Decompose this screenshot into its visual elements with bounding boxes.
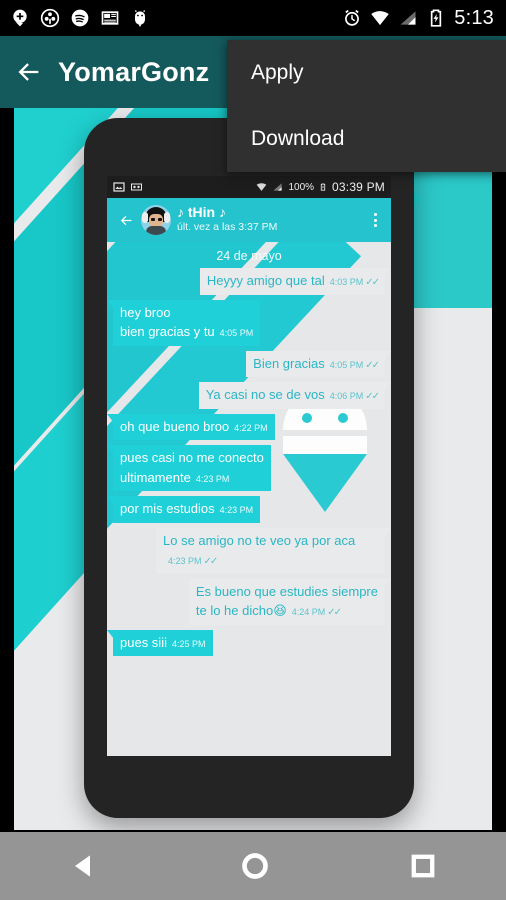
message-bubble[interactable]: pues siii 4:25 PM <box>107 629 213 657</box>
status-clock: 5:13 <box>454 7 494 29</box>
message-bubble[interactable]: Bien gracias 4:05 PM ✓✓ <box>246 350 391 378</box>
clover-circle-icon <box>40 8 60 28</box>
message-timestamp: 4:05 PM ✓✓ <box>329 359 380 371</box>
message-timestamp: 4:22 PM <box>234 422 268 433</box>
menu-item-download[interactable]: Download <box>227 106 506 172</box>
battery-charging-icon <box>431 9 442 27</box>
wifi-icon <box>371 11 390 26</box>
android-bug-icon <box>134 10 146 27</box>
read-receipt-icon: ✓✓ <box>365 391 380 403</box>
chat-header: ♪ tHin ♪ últ. vez a las 3:37 PM <box>107 198 391 242</box>
message-timestamp: 4:03 PM ✓✓ <box>329 277 380 288</box>
read-receipt-icon: ✓✓ <box>203 556 219 568</box>
message-bubble[interactable]: hey broo bien gracias y tu 4:05 PM <box>107 299 261 346</box>
message-text: hey broo bien gracias y tu <box>120 304 215 340</box>
chat-contact-info: ♪ tHin ♪ últ. vez a las 3:37 PM <box>177 205 365 234</box>
message-timestamp: 4:06 PM ✓✓ <box>329 391 380 403</box>
system-status-bar: 5:13 <box>0 0 506 36</box>
message-text: pues siii <box>120 634 167 650</box>
message-row[interactable]: Lo se amigo no te veo ya por aca 4:23 PM ✓… <box>113 527 391 574</box>
message-bubble[interactable]: por mis estudios 4:23 PM <box>107 496 261 523</box>
contact-last-seen: últ. vez a las 3:37 PM <box>177 220 278 233</box>
nav-back-icon[interactable] <box>70 851 100 881</box>
message-text: Bien gracias <box>253 355 325 371</box>
read-receipt-icon: ✓✓ <box>365 359 380 371</box>
message-text: Heyyy amigo que tal <box>206 273 325 288</box>
message-row[interactable]: pues casi no me conecto ultimamente 4:23 P… <box>107 445 385 492</box>
message-timestamp: 4:23 PM <box>219 505 254 516</box>
message-row[interactable]: hey broo bien gracias y tu 4:05 PM <box>107 299 385 346</box>
message-bubble[interactable]: pues casi no me conecto ultimamente 4:23 P… <box>107 445 271 492</box>
message-text: oh que bueno broo <box>120 418 230 434</box>
back-arrow-icon <box>120 215 131 225</box>
avatar-eye <box>151 218 155 221</box>
message-timestamp: 4:23 PM <box>195 473 230 484</box>
phone-screen: 100% 03:39 PM ♪ tHin ♪ últ. vez a las 3:… <box>107 176 391 756</box>
message-row[interactable]: Bien gracias 4:05 PM ✓✓ <box>113 350 391 378</box>
message-row[interactable]: Ya casi no se de vos 4:06 PM ✓✓ <box>113 382 391 409</box>
news-layout-icon <box>101 11 119 25</box>
message-row[interactable]: pues siii 4:25 PM <box>107 629 385 657</box>
message-row[interactable]: oh que bueno broo 4:22 PM <box>107 413 385 441</box>
menu-item-apply[interactable]: Apply <box>227 40 506 106</box>
message-timestamp: 4:25 PM <box>171 638 206 649</box>
message-row[interactable]: Heyyy amigo que tal 4:03 PM ✓✓ <box>113 268 391 295</box>
page-title: YomarGonz <box>58 56 210 87</box>
chat-message-list[interactable]: 24 de mayo Heyyy amigo que tal 4:03 PM ✓✓ h… <box>107 242 391 756</box>
message-text: pues casi no me conecto ultimamente <box>120 450 264 485</box>
signal-icon <box>273 183 283 191</box>
chat-back-button[interactable] <box>113 213 139 228</box>
battery-charging-icon <box>320 183 326 191</box>
wallpaper-preview-canvas[interactable]: 100% 03:39 PM ♪ tHin ♪ últ. vez a las 3:… <box>14 108 492 830</box>
avatar-eye <box>158 218 162 221</box>
spotify-icon <box>71 9 89 27</box>
nav-recents-icon[interactable] <box>410 853 436 879</box>
inner-status-bar: 100% 03:39 PM <box>107 176 391 198</box>
avatar-body <box>146 226 166 235</box>
message-text: Ya casi no se de vos <box>205 387 325 403</box>
phone-mockup: 100% 03:39 PM ♪ tHin ♪ últ. vez a las 3:… <box>84 118 414 818</box>
status-notification-icons <box>0 8 150 28</box>
inner-battery-percent: 100% <box>288 181 315 193</box>
status-system-icons: 5:13 <box>342 8 506 28</box>
avatar-headphone <box>164 212 170 223</box>
voicemail-icon <box>131 183 142 191</box>
message-bubble[interactable]: oh que bueno broo 4:22 PM <box>107 413 275 441</box>
nav-home-icon[interactable] <box>241 852 269 880</box>
avatar[interactable] <box>141 205 171 235</box>
message-timestamp: 4:05 PM <box>219 328 254 339</box>
message-bubble[interactable]: Es bueno que estudies siempre te lo he di… <box>188 578 391 625</box>
read-receipt-icon: ✓✓ <box>327 607 342 619</box>
message-text: por mis estudios <box>120 501 215 517</box>
back-arrow-icon <box>18 63 39 81</box>
contact-name: ♪ tHin ♪ <box>177 204 226 221</box>
message-text: Es bueno que estudies siempre te lo he di… <box>195 583 378 619</box>
app-bar-back-button[interactable] <box>0 36 58 108</box>
message-timestamp: 4:24 PM ✓✓ <box>291 607 342 619</box>
message-bubble[interactable]: Lo se amigo no te veo ya por aca 4:23 PM ✓… <box>156 527 391 574</box>
messages-container: 24 de mayo Heyyy amigo que tal 4:03 PM ✓✓ h… <box>107 242 391 657</box>
alarm-icon <box>345 9 360 26</box>
image-icon <box>113 182 125 192</box>
message-timestamp: 4:23 PM ✓✓ <box>168 556 219 568</box>
read-receipt-icon: ✓✓ <box>365 277 380 288</box>
android-navigation-bar <box>0 832 506 900</box>
overflow-menu[interactable]: Apply Download <box>227 40 506 172</box>
message-bubble[interactable]: Ya casi no se de vos 4:06 PM ✓✓ <box>198 382 391 409</box>
location-pin-icon <box>13 9 27 27</box>
avatar-headphone <box>142 212 148 223</box>
screen-root: 5:13 YomarGonz 100% 03:39 PM ♪ tHin ♪ úl… <box>0 0 506 900</box>
overflow-menu-icon[interactable] <box>365 213 385 227</box>
wifi-icon <box>257 183 267 191</box>
message-row[interactable]: por mis estudios 4:23 PM <box>107 496 385 523</box>
message-row[interactable]: Es bueno que estudies siempre te lo he di… <box>113 578 391 625</box>
message-text: Lo se amigo no te veo ya por aca <box>163 532 356 548</box>
message-bubble[interactable]: Heyyy amigo que tal 4:03 PM ✓✓ <box>199 268 391 295</box>
inner-clock: 03:39 PM <box>332 180 385 194</box>
signal-icon <box>400 11 416 25</box>
date-divider: 24 de mayo <box>216 249 282 263</box>
